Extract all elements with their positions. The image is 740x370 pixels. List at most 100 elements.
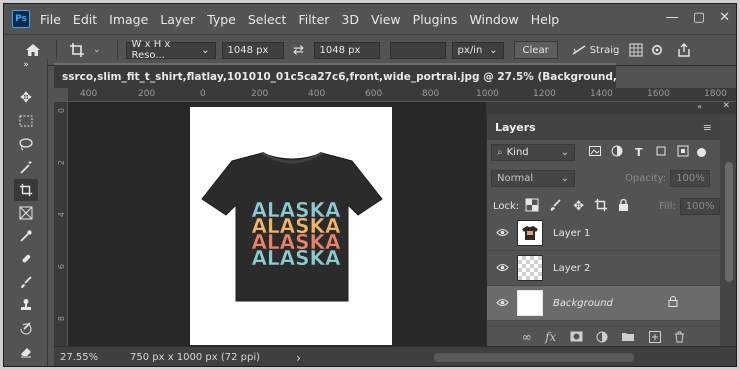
clear-button[interactable]: Clear (513, 41, 558, 59)
visibility-eye-icon[interactable] (487, 296, 517, 310)
menu-image[interactable]: Image (109, 12, 148, 27)
move-tool-icon[interactable]: ✥ (14, 87, 38, 109)
maximize-button[interactable]: ▢ (693, 10, 705, 25)
menu-view[interactable]: View (371, 12, 401, 27)
clone-stamp-tool-icon[interactable] (14, 294, 38, 316)
menu-select[interactable]: Select (248, 12, 287, 27)
lock-transparent-pixels-icon[interactable] (525, 198, 539, 215)
layer-row-layer-1[interactable]: Layer 1 (487, 216, 720, 251)
chevron-down-icon: ⌄ (201, 44, 210, 56)
status-menu-arrow[interactable]: › (296, 351, 301, 365)
home-icon[interactable] (18, 43, 48, 57)
brush-tool-icon[interactable] (14, 271, 38, 293)
close-window-button[interactable]: ✕ (719, 10, 730, 25)
menu-window[interactable]: Window (469, 12, 518, 27)
image-filter-icon[interactable] (589, 146, 601, 159)
link-layers-icon[interactable]: ∞ (522, 330, 532, 344)
unit-dropdown[interactable]: px/in ⌄ (451, 41, 504, 59)
layer-row-background[interactable]: Background (487, 286, 720, 321)
menu-file[interactable]: File (40, 12, 61, 27)
lasso-tool-icon[interactable] (14, 133, 38, 155)
unit-value: px/in (457, 44, 483, 56)
marquee-tool-icon[interactable] (14, 110, 38, 132)
magic-wand-tool-icon[interactable] (14, 156, 38, 178)
crop-preset-dropdown[interactable]: W x H x Reso... ⌄ (125, 39, 216, 61)
document-tab[interactable]: ssrco,slim_fit_t_shirt,flatlay,101010_01… (54, 63, 616, 88)
layer-name[interactable]: Layer 1 (553, 228, 590, 239)
chevron-down-icon[interactable]: ⌄ (93, 45, 101, 55)
healing-brush-tool-icon[interactable] (14, 248, 38, 270)
menu-help[interactable]: Help (531, 12, 560, 27)
document-canvas[interactable]: ALASKA ALASKA ALASKA ALASKA (190, 107, 392, 345)
layers-panel-title[interactable]: Layers (495, 121, 536, 134)
straighten-icon[interactable] (568, 44, 590, 56)
adjustment-layer-icon[interactable] (596, 331, 608, 343)
frame-tool-icon[interactable] (14, 202, 38, 224)
collapse-toolbar-icon[interactable]: » (14, 59, 38, 71)
menu-plugins[interactable]: Plugins (413, 12, 458, 27)
layer-kind-dropdown[interactable]: ⌕ Kind ⌄ (491, 144, 575, 161)
crop-tool-icon[interactable] (14, 179, 38, 201)
type-filter-icon[interactable]: T (635, 146, 643, 159)
share-icon[interactable] (673, 43, 695, 57)
eraser-tool-icon[interactable] (14, 340, 38, 362)
tools-panel: » ✥ (4, 59, 48, 366)
layer-thumbnail (517, 220, 543, 246)
chevron-down-icon: ⌄ (489, 44, 498, 56)
settings-icon[interactable] (647, 43, 667, 57)
menu-filter[interactable]: Filter (298, 12, 329, 27)
lock-image-pixels-icon[interactable] (549, 198, 563, 215)
lock-position-icon[interactable]: ✥ (573, 199, 584, 214)
smart-object-filter-icon[interactable] (677, 145, 689, 160)
visibility-eye-icon[interactable] (487, 226, 517, 240)
canvas-area[interactable]: ALASKA ALASKA ALASKA ALASKA (68, 102, 486, 348)
visibility-eye-icon[interactable] (487, 261, 517, 275)
close-panel-icon[interactable]: ✕ (722, 101, 730, 111)
panel-scroll-thumb[interactable] (725, 162, 733, 282)
document-title: ssrco,slim_fit_t_shirt,flatlay,101010_01… (62, 70, 616, 83)
folder-icon[interactable] (621, 331, 635, 342)
panel-scrollbar[interactable] (720, 114, 736, 346)
zoom-level[interactable]: 27.55% (60, 352, 120, 363)
crop-width-input[interactable]: 1048 px (221, 41, 284, 59)
crop-height-input[interactable]: 1048 px (313, 41, 380, 59)
history-brush-tool-icon[interactable] (14, 317, 38, 339)
fill-label: Fill: (659, 200, 676, 212)
resolution-input[interactable] (389, 41, 446, 59)
artwork-text-4: ALASKA (251, 246, 341, 270)
minimize-button[interactable]: — (666, 10, 679, 25)
straighten-label: Straig (589, 44, 620, 56)
layer-name[interactable]: Layer 2 (553, 263, 590, 274)
blend-mode-dropdown[interactable]: Normal ⌄ (491, 170, 575, 187)
menu-edit[interactable]: Edit (73, 12, 97, 27)
lock-label: Lock: (493, 200, 520, 212)
grid-overlay-icon[interactable] (625, 43, 647, 57)
eyedropper-tool-icon[interactable] (14, 225, 38, 247)
panel-menu-icon[interactable]: ≡ (703, 121, 712, 134)
lock-artboard-icon[interactable] (594, 198, 608, 215)
shape-filter-icon[interactable] (655, 145, 667, 160)
filter-toggle-icon[interactable] (696, 148, 706, 157)
menu-layer[interactable]: Layer (160, 12, 195, 27)
collapse-panel-icon[interactable]: « (697, 102, 702, 111)
layer-row-layer-2[interactable]: Layer 2 (487, 251, 720, 286)
trash-icon[interactable] (674, 331, 685, 343)
layer-thumbnail (517, 290, 543, 316)
layer-name[interactable]: Background (553, 298, 613, 309)
fill-input[interactable]: 100% (679, 197, 720, 215)
horizontal-scrollbar[interactable] (434, 353, 634, 362)
divider (116, 40, 118, 60)
adjustment-filter-icon[interactable] (611, 145, 623, 160)
layer-style-icon[interactable]: fx (545, 330, 556, 344)
add-mask-icon[interactable] (570, 331, 583, 342)
ruler-label: 1600 (647, 89, 670, 99)
new-layer-icon[interactable] (648, 330, 661, 343)
lock-all-icon[interactable] (618, 198, 629, 214)
menu-3d[interactable]: 3D (341, 12, 359, 27)
search-icon: ⌕ (497, 147, 503, 158)
menu-type[interactable]: Type (207, 12, 236, 27)
crop-icon[interactable] (65, 42, 89, 58)
swap-icon[interactable]: ⇄ (284, 43, 314, 58)
opacity-input[interactable]: 100% (670, 170, 711, 187)
layers-panel-footer: ∞ fx (487, 326, 720, 346)
